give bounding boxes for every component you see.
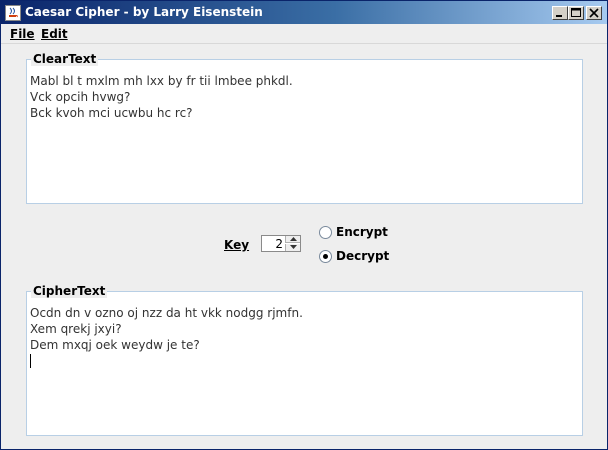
- title-bar[interactable]: Caesar Cipher - by Larry Eisenstein: [1, 1, 607, 24]
- window-title: Caesar Cipher - by Larry Eisenstein: [25, 5, 263, 19]
- spinner-up-button[interactable]: [285, 236, 300, 243]
- menu-bar: File Edit: [1, 24, 607, 44]
- key-label-text: Key: [224, 238, 250, 252]
- key-label: Key: [224, 238, 249, 252]
- decrypt-label[interactable]: Decrypt: [336, 249, 389, 263]
- cleartext-panel: ClearText Mabl bl t mxlm mh lxx by fr ti…: [26, 52, 583, 204]
- key-spinner[interactable]: 2: [261, 235, 301, 252]
- ciphertext-legend: CipherText: [31, 284, 108, 298]
- ciphertext-panel: CipherText Ocdn dn v ozno oj nzz da ht v…: [26, 284, 583, 436]
- decrypt-radio-selected-dot: [323, 254, 328, 259]
- menu-edit[interactable]: Edit: [41, 27, 68, 41]
- menu-edit-label: Edit: [41, 27, 68, 41]
- maximize-button[interactable]: [568, 6, 584, 20]
- cleartext-legend: ClearText: [31, 52, 99, 66]
- decrypt-radio-circle[interactable]: [319, 250, 332, 263]
- java-cup-icon: [5, 5, 21, 21]
- cleartext-textarea[interactable]: Mabl bl t mxlm mh lxx by fr tii lmbee ph…: [30, 73, 579, 200]
- app-window: Caesar Cipher - by Larry Eisenstein File…: [0, 0, 608, 450]
- ciphertext-content: Ocdn dn v ozno oj nzz da ht vkk nodgg rj…: [30, 306, 303, 352]
- encrypt-radio-circle[interactable]: [319, 226, 332, 239]
- minimize-button[interactable]: [552, 6, 568, 20]
- spinner-down-button[interactable]: [285, 244, 300, 251]
- close-button[interactable]: [586, 6, 602, 20]
- ciphertext-textarea[interactable]: Ocdn dn v ozno oj nzz da ht vkk nodgg rj…: [30, 305, 579, 432]
- text-caret: [30, 354, 31, 368]
- menu-file[interactable]: File: [10, 27, 35, 41]
- key-value[interactable]: 2: [275, 237, 283, 251]
- encrypt-label[interactable]: Encrypt: [336, 225, 388, 239]
- menu-file-label: File: [10, 27, 35, 41]
